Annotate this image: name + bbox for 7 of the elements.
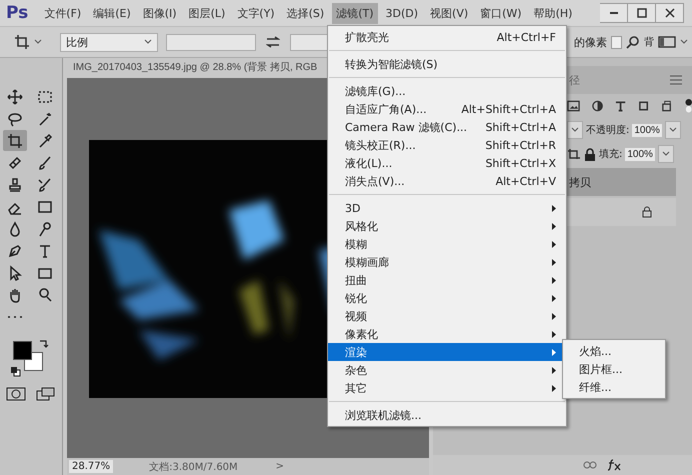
opacity-label: 不透明度:	[586, 124, 630, 137]
document-size: 文档:3.80M/7.60M	[149, 460, 238, 474]
app-logo: Ps	[6, 3, 28, 23]
cut-label: 背	[644, 36, 654, 49]
layer-name: 拷贝	[569, 174, 591, 190]
fill-label: 填充:	[599, 148, 622, 161]
delete-pixels-label: 的像素	[574, 34, 607, 50]
